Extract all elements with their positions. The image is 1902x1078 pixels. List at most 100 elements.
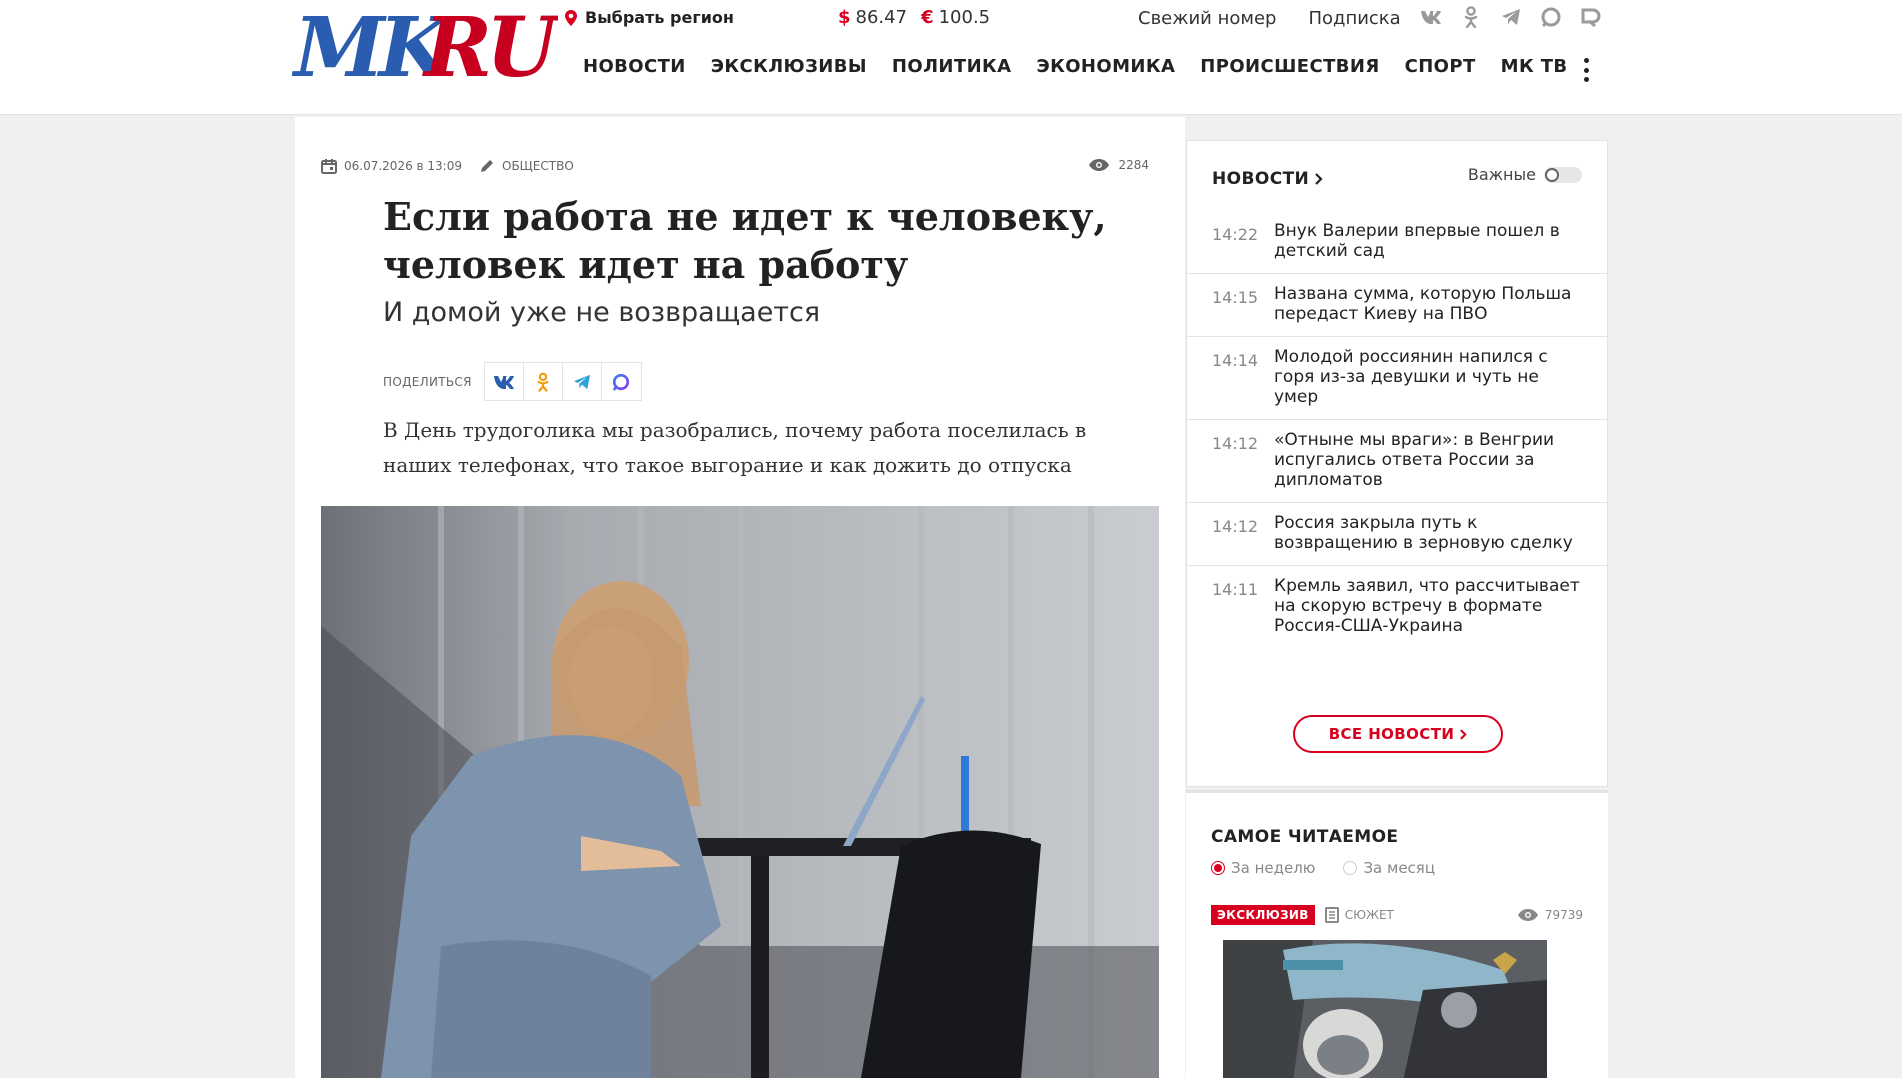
max-icon[interactable] xyxy=(1540,6,1562,28)
article: 06.07.2026 в 13:09 Общество 2284 Если ра… xyxy=(295,117,1185,1078)
social-links xyxy=(1420,6,1602,28)
news-headline: Кремль заявил, что рассчитывает на скору… xyxy=(1274,576,1580,636)
radio-selected-icon xyxy=(1211,861,1225,875)
eur-value: 100.5 xyxy=(938,7,991,28)
news-time: 14:14 xyxy=(1212,351,1259,370)
most-read-filters: За неделю За месяц xyxy=(1211,859,1435,877)
share-ok-button[interactable] xyxy=(524,363,563,400)
eye-icon xyxy=(1517,909,1538,921)
calendar-icon xyxy=(321,159,337,174)
fresh-issue-link[interactable]: Свежий номер xyxy=(1138,8,1276,29)
eur-rate: €100.5 xyxy=(921,7,990,28)
news-time: 14:12 xyxy=(1212,517,1259,536)
share-buttons xyxy=(483,362,642,401)
article-rubric[interactable]: Общество xyxy=(479,158,574,174)
exclusive-badge[interactable]: ЭКСКЛЮЗИВ xyxy=(1211,905,1315,925)
filter-month[interactable]: За месяц xyxy=(1343,859,1435,877)
filter-month-label: За месяц xyxy=(1363,859,1436,877)
usd-rate: $86.47 xyxy=(838,7,907,28)
news-item[interactable]: 14:22 Внук Валерии впервые пошел в детск… xyxy=(1187,211,1607,274)
nav-economy[interactable]: ЭКОНОМИКА xyxy=(1036,56,1175,77)
share-label: Поделиться xyxy=(383,374,472,389)
share-max-button[interactable] xyxy=(602,363,641,400)
news-headline: Молодой россиянин напился с горя из-за д… xyxy=(1274,347,1548,407)
site-header: MK RU Выбрать регион $86.47 €100.5 Свежи… xyxy=(0,0,1902,115)
rss-icon[interactable] xyxy=(1580,6,1602,28)
news-item[interactable]: 14:12 Россия закрыла путь к возвращению … xyxy=(1187,503,1607,566)
filter-week[interactable]: За неделю xyxy=(1211,859,1315,877)
news-list: 14:22 Внук Валерии впервые пошел в детск… xyxy=(1187,211,1607,648)
article-date: 06.07.2026 в 13:09 xyxy=(321,158,462,174)
location-pin-icon xyxy=(565,9,577,26)
ok-icon xyxy=(537,372,549,392)
news-headline: Внук Валерии впервые пошел в детский сад xyxy=(1274,221,1560,261)
telegram-icon xyxy=(573,374,590,389)
share-telegram-button[interactable] xyxy=(563,363,602,400)
news-item[interactable]: 14:14 Молодой россиянин напился с горя и… xyxy=(1187,337,1607,420)
news-feed-title[interactable]: НОВОСТИ xyxy=(1212,169,1323,189)
news-item[interactable]: 14:15 Названа сумма, которую Польша пере… xyxy=(1187,274,1607,337)
news-time: 14:22 xyxy=(1212,225,1259,244)
nav-politics[interactable]: ПОЛИТИКА xyxy=(892,56,1012,77)
nav-news[interactable]: НОВОСТИ xyxy=(583,56,686,77)
nav-exclusives[interactable]: ЭКСКЛЮЗИВЫ xyxy=(711,56,867,77)
important-toggle[interactable] xyxy=(1544,166,1582,183)
all-news-button[interactable]: ВСЕ НОВОСТИ xyxy=(1293,715,1503,753)
region-selector[interactable]: Выбрать регион xyxy=(565,8,734,27)
article-subtitle: И домой уже не возвращается xyxy=(383,297,821,328)
document-icon xyxy=(1324,907,1339,923)
main-nav: НОВОСТИ ЭКСКЛЮЗИВЫ ПОЛИТИКА ЭКОНОМИКА ПР… xyxy=(583,56,1568,77)
ok-icon[interactable] xyxy=(1460,6,1482,28)
pencil-icon xyxy=(481,160,493,172)
news-headline: Названа сумма, которую Польша передаст К… xyxy=(1274,284,1572,324)
most-read: САМОЕ ЧИТАЕМОЕ За неделю За месяц ЭКСКЛЮ… xyxy=(1186,790,1608,1078)
article-views: 2284 xyxy=(1088,158,1149,172)
subscription-link[interactable]: Подписка xyxy=(1308,8,1400,29)
article-lead: В День трудоголика мы разобрались, почем… xyxy=(383,418,1087,477)
share-bar: Поделиться xyxy=(383,362,642,401)
nav-incidents[interactable]: ПРОИСШЕСТВИЯ xyxy=(1200,56,1379,77)
important-label: Важные xyxy=(1467,165,1536,184)
currency-rates: $86.47 €100.5 xyxy=(838,7,990,28)
share-vk-button[interactable] xyxy=(485,363,524,400)
chevron-right-icon xyxy=(1460,728,1468,740)
article-meta: 06.07.2026 в 13:09 Общество xyxy=(321,158,584,174)
most-read-views: 79739 xyxy=(1517,908,1583,922)
vk-icon[interactable] xyxy=(1420,6,1442,28)
news-feed: НОВОСТИ Важные 14:22 Внук Валерии впервы… xyxy=(1186,140,1608,787)
chevron-right-icon xyxy=(1315,173,1323,185)
most-read-title: САМОЕ ЧИТАЕМОЕ xyxy=(1211,827,1399,847)
nav-mk-tv[interactable]: МК ТВ xyxy=(1501,56,1568,77)
nav-sport[interactable]: СПОРТ xyxy=(1405,56,1476,77)
most-read-views-count: 79739 xyxy=(1544,908,1583,922)
pilot-in-cockpit-photo[interactable] xyxy=(1223,940,1547,1078)
news-time: 14:11 xyxy=(1212,580,1259,599)
logo-ru-text: RU xyxy=(422,6,558,90)
radio-icon xyxy=(1343,861,1358,875)
news-item[interactable]: 14:11 Кремль заявил, что рассчитывает на… xyxy=(1187,566,1607,648)
all-news-label: ВСЕ НОВОСТИ xyxy=(1328,725,1455,743)
usd-symbol: $ xyxy=(838,7,851,28)
article-rubric-text: Общество xyxy=(502,159,574,173)
mk-logo[interactable]: MK RU xyxy=(292,6,558,90)
usd-value: 86.47 xyxy=(855,7,908,28)
max-icon xyxy=(612,373,630,391)
top-links: Свежий номер Подписка xyxy=(1138,8,1401,29)
vk-icon xyxy=(493,375,514,389)
woman-at-laptop-photo xyxy=(321,506,1159,1078)
article-views-count: 2284 xyxy=(1118,158,1149,172)
news-headline: Россия закрыла путь к возвращению в зерн… xyxy=(1274,513,1573,553)
most-read-meta: ЭКСКЛЮЗИВ Сюжет 79739 xyxy=(1211,905,1583,925)
story-link[interactable]: Сюжет xyxy=(1324,907,1394,923)
story-label: Сюжет xyxy=(1344,908,1394,922)
article-title: Если работа не идет к человеку, человек … xyxy=(383,194,1107,287)
more-menu-icon[interactable] xyxy=(1582,58,1590,82)
telegram-icon[interactable] xyxy=(1500,6,1522,28)
news-item[interactable]: 14:12 «Отныне мы враги»: в Венгрии испуг… xyxy=(1187,420,1607,503)
filter-week-label: За неделю xyxy=(1231,859,1316,877)
eur-symbol: € xyxy=(921,7,934,28)
news-headline: «Отныне мы враги»: в Венгрии испугались … xyxy=(1274,430,1555,490)
region-label: Выбрать регион xyxy=(585,8,734,27)
news-feed-title-text: НОВОСТИ xyxy=(1212,169,1310,189)
news-time: 14:15 xyxy=(1212,288,1259,307)
